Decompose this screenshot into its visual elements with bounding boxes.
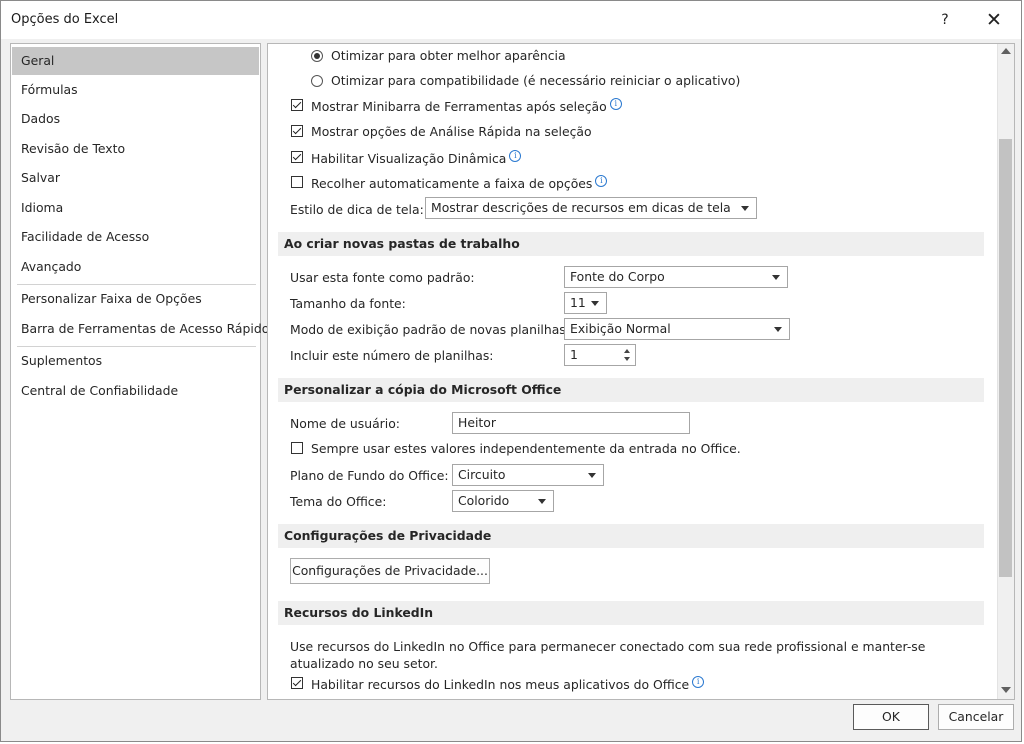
chevron-down-icon	[538, 499, 546, 504]
screentip-style-value: Mostrar descrições de recursos em dicas …	[431, 200, 731, 215]
font-size-value: 11	[570, 295, 586, 310]
info-icon: i	[609, 98, 622, 110]
default-view-value: Exibição Normal	[570, 321, 671, 336]
title-bar: Opções do Excel ? ✕	[1, 1, 1021, 39]
options-content-pane: Otimizar para obter melhor aparência Oti…	[267, 43, 1015, 700]
scroll-up-arrow-icon[interactable]	[1001, 48, 1011, 54]
screentip-style-label: Estilo de dica de tela:	[290, 202, 424, 217]
nav-item-revisao-de-texto[interactable]: Revisão de Texto	[12, 135, 259, 163]
username-label: Nome de usuário:	[290, 416, 400, 431]
office-background-value: Circuito	[458, 467, 506, 482]
ok-button[interactable]: OK	[853, 704, 929, 730]
section-personalize: Personalizar a cópia do Microsoft Office	[278, 378, 984, 402]
close-button[interactable]: ✕	[979, 6, 1009, 34]
section-new-workbooks: Ao criar novas pastas de trabalho	[278, 232, 984, 256]
sheet-count-stepper[interactable]: 1	[564, 344, 636, 366]
dialog-title: Opções do Excel	[11, 12, 119, 27]
live-preview-row: Habilitar Visualização Dinâmica i	[311, 150, 522, 166]
info-icon: i	[692, 676, 705, 688]
office-theme-label: Tema do Office:	[290, 494, 387, 509]
office-background-label: Plano de Fundo do Office:	[290, 468, 449, 483]
chevron-down-icon	[772, 275, 780, 280]
username-input[interactable]: Heitor	[452, 412, 690, 434]
default-view-label: Modo de exibição padrão de novas planilh…	[290, 322, 570, 337]
chevron-down-icon	[774, 327, 782, 332]
spin-down-icon[interactable]	[624, 357, 630, 361]
radio-compatibility-label: Otimizar para compatibilidade (é necessá…	[331, 73, 741, 88]
linkedin-row: Habilitar recursos do LinkedIn nos meus …	[311, 676, 705, 692]
mini-toolbar-row: Mostrar Minibarra de Ferramentas após se…	[311, 98, 622, 114]
default-font-select[interactable]: Fonte do Corpo	[564, 266, 788, 288]
mini-toolbar-checkbox[interactable]	[291, 99, 303, 111]
radio-best-appearance[interactable]	[311, 50, 323, 62]
always-use-values-checkbox[interactable]	[291, 442, 303, 454]
chevron-down-icon	[588, 473, 596, 478]
help-button[interactable]: ?	[931, 6, 959, 34]
nav-item-facilidade-de-acesso[interactable]: Facilidade de Acesso	[12, 223, 259, 251]
collapse-ribbon-checkbox[interactable]	[291, 176, 303, 188]
nav-item-suplementos[interactable]: Suplementos	[12, 347, 259, 375]
chevron-down-icon	[741, 206, 749, 211]
mini-toolbar-label: Mostrar Minibarra de Ferramentas após se…	[311, 99, 607, 114]
scrollbar-thumb[interactable]	[999, 139, 1012, 577]
collapse-ribbon-label: Recolher automaticamente a faixa de opçõ…	[311, 176, 593, 191]
nav-item-central-de-confiabilidade[interactable]: Central de Confiabilidade	[12, 377, 259, 405]
default-font-value: Fonte do Corpo	[570, 269, 665, 284]
linkedin-label: Habilitar recursos do LinkedIn nos meus …	[311, 677, 690, 692]
live-preview-label: Habilitar Visualização Dinâmica	[311, 151, 507, 166]
office-background-select[interactable]: Circuito	[452, 464, 604, 486]
excel-options-dialog: Opções do Excel ? ✕ Geral Fórmulas Dados…	[0, 0, 1022, 742]
section-linkedin: Recursos do LinkedIn	[278, 601, 984, 625]
nav-item-avancado[interactable]: Avançado	[12, 253, 259, 281]
always-use-values-label: Sempre usar estes valores independenteme…	[311, 441, 741, 456]
collapse-ribbon-row: Recolher automaticamente a faixa de opçõ…	[311, 175, 608, 191]
default-font-label: Usar esta fonte como padrão:	[290, 270, 475, 285]
nav-item-geral[interactable]: Geral	[12, 47, 259, 75]
sheet-count-label: Incluir este número de planilhas:	[290, 348, 494, 363]
category-list: Geral Fórmulas Dados Revisão de Texto Sa…	[10, 43, 269, 700]
radio-best-appearance-label: Otimizar para obter melhor aparência	[331, 48, 566, 63]
sheet-count-value: 1	[570, 347, 578, 362]
default-view-select[interactable]: Exibição Normal	[564, 318, 790, 340]
spin-up-icon[interactable]	[624, 349, 630, 353]
section-privacy: Configurações de Privacidade	[278, 524, 984, 548]
content-scrollbar[interactable]	[997, 44, 1014, 699]
font-size-select[interactable]: 11	[564, 292, 607, 314]
scroll-down-arrow-icon[interactable]	[1001, 687, 1011, 693]
username-value: Heitor	[458, 415, 496, 430]
nav-item-idioma[interactable]: Idioma	[12, 194, 259, 222]
office-theme-select[interactable]: Colorido	[452, 490, 554, 512]
live-preview-checkbox[interactable]	[291, 151, 303, 163]
linkedin-checkbox[interactable]	[291, 677, 303, 689]
nav-item-dados[interactable]: Dados	[12, 105, 259, 133]
screentip-style-select[interactable]: Mostrar descrições de recursos em dicas …	[425, 197, 757, 219]
quick-analysis-checkbox[interactable]	[291, 125, 303, 137]
radio-compatibility[interactable]	[311, 75, 323, 87]
quick-analysis-label: Mostrar opções de Análise Rápida na sele…	[311, 124, 592, 139]
office-theme-value: Colorido	[458, 493, 510, 508]
privacy-settings-button[interactable]: Configurações de Privacidade...	[290, 558, 490, 584]
nav-item-barra-acesso-rapido[interactable]: Barra de Ferramentas de Acesso Rápido	[12, 315, 269, 343]
nav-item-salvar[interactable]: Salvar	[12, 164, 259, 192]
cancel-button[interactable]: Cancelar	[938, 704, 1014, 730]
linkedin-description: Use recursos do LinkedIn no Office para …	[290, 639, 926, 671]
nav-item-personalizar-faixa[interactable]: Personalizar Faixa de Opções	[12, 285, 259, 313]
info-icon: i	[595, 175, 608, 187]
chevron-down-icon	[591, 301, 599, 306]
font-size-label: Tamanho da fonte:	[290, 296, 406, 311]
nav-item-formulas[interactable]: Fórmulas	[12, 76, 259, 104]
info-icon: i	[509, 150, 522, 162]
